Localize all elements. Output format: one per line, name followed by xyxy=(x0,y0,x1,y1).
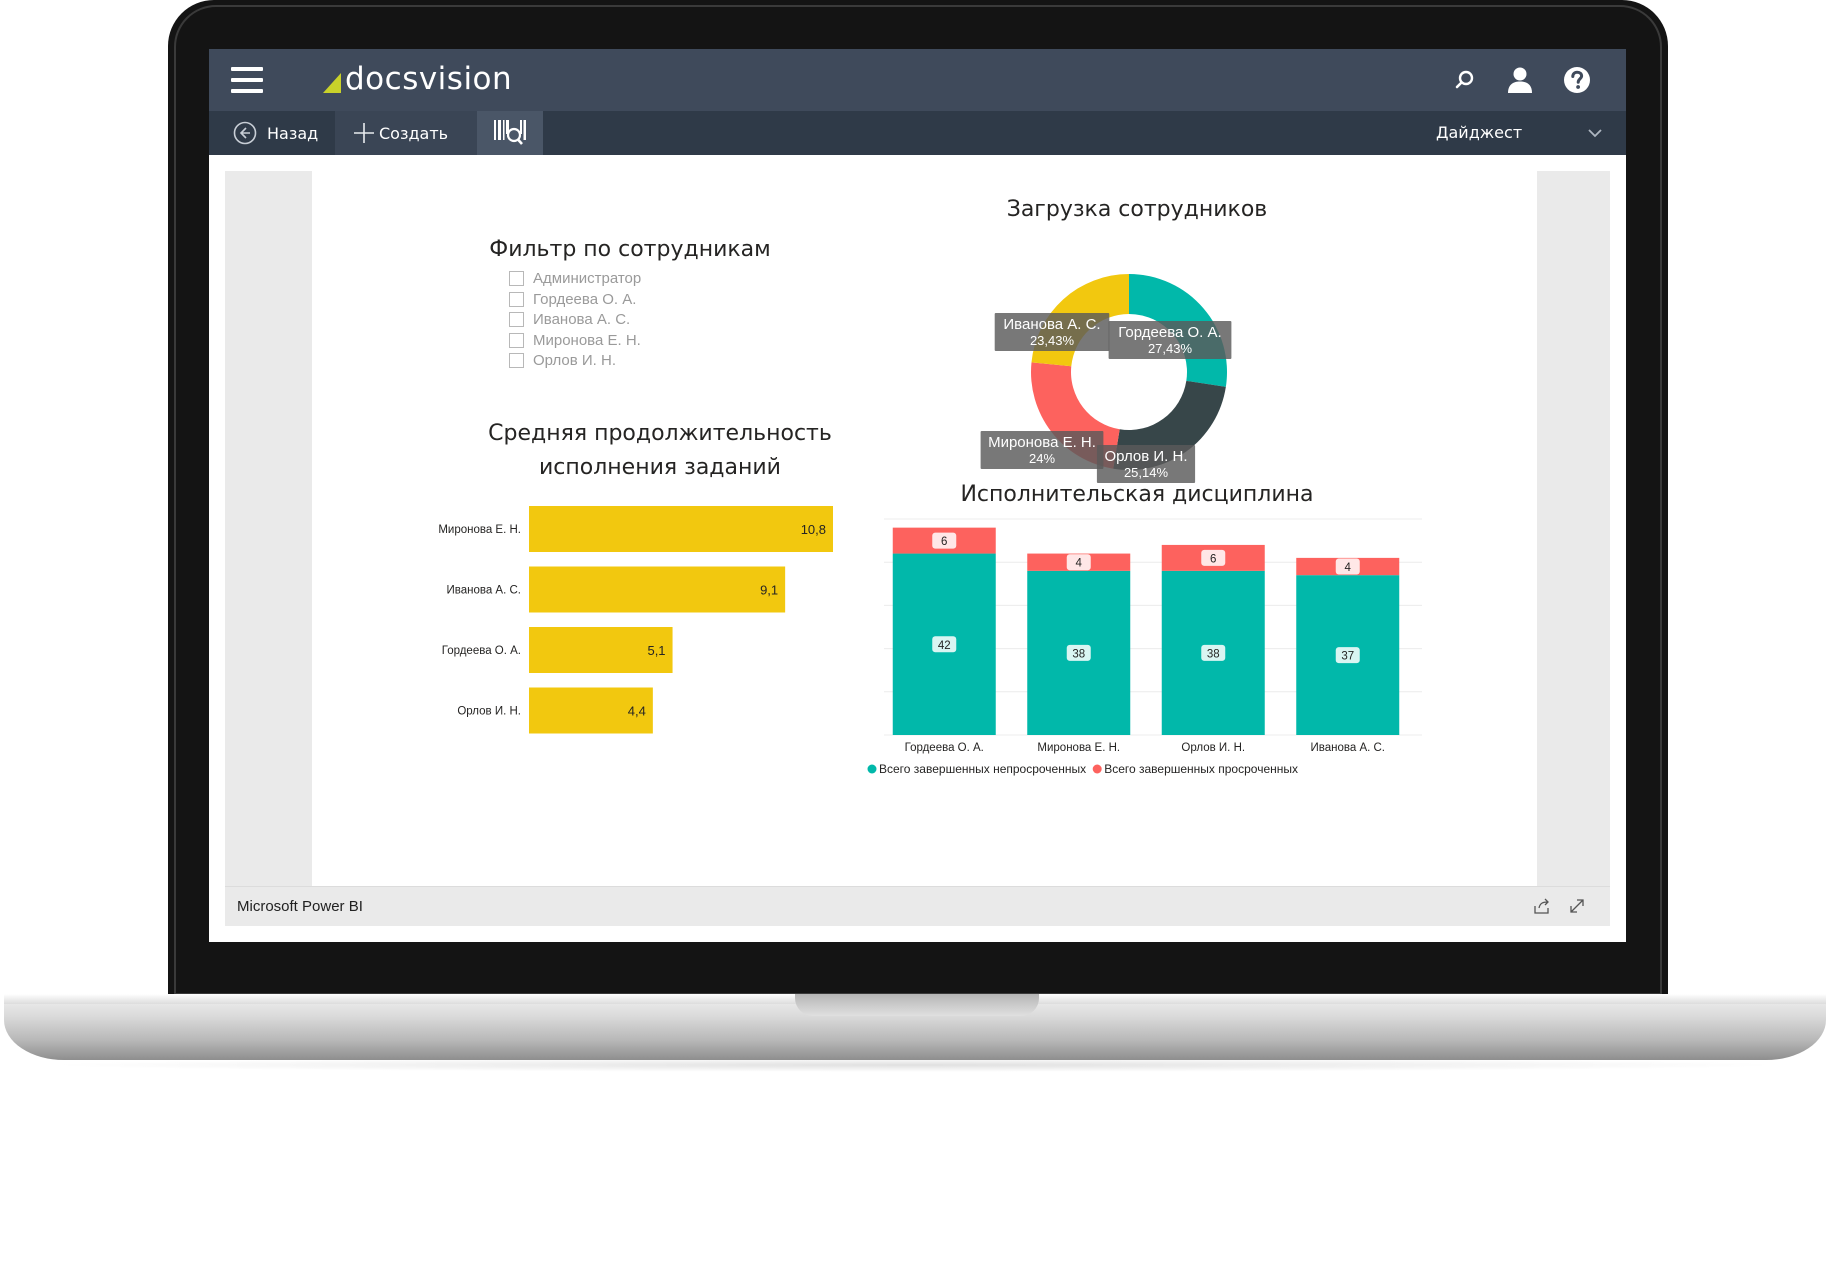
stacked-category-label: Гордеева О. А. xyxy=(905,742,984,754)
duration-category-label: Орлов И. Н. xyxy=(457,706,521,718)
duration-bar[interactable] xyxy=(529,566,786,613)
app-screen: docsvision Назад Создать Дайджест Фильтр… xyxy=(209,49,1626,942)
logo-mark-icon xyxy=(323,73,341,93)
filter-item-label: Орлов И. Н. xyxy=(533,352,617,369)
discipline-chart-title: Исполнительская дисциплина xyxy=(960,482,1314,507)
donut-value-label: 23,43% xyxy=(1030,333,1075,348)
filter-item-label: Миронова Е. Н. xyxy=(533,331,641,349)
legend-label[interactable]: Всего завершенных непросроченных xyxy=(879,762,1086,776)
stacked-value-label: 4 xyxy=(1345,562,1352,574)
stacked-value-label: 42 xyxy=(938,640,951,652)
checkbox[interactable] xyxy=(509,271,524,286)
duration-value-label: 10,8 xyxy=(801,522,826,537)
legend-marker xyxy=(1092,764,1102,774)
scan-button[interactable] xyxy=(477,111,543,155)
barcode-search-icon xyxy=(494,120,526,145)
stacked-category-label: Орлов И. Н. xyxy=(1181,742,1245,754)
expand-icon[interactable] xyxy=(1568,897,1586,915)
plus-icon xyxy=(354,123,374,143)
duration-value-label: 9,1 xyxy=(760,583,778,598)
stacked-value-label: 38 xyxy=(1072,648,1085,660)
duration-value-label: 5,1 xyxy=(647,643,665,658)
checkbox[interactable] xyxy=(509,312,524,327)
share-icon[interactable] xyxy=(1533,897,1551,915)
stacked-value-label: 4 xyxy=(1076,558,1083,570)
checkbox[interactable] xyxy=(509,291,524,307)
stacked-value-label: 38 xyxy=(1207,648,1220,660)
command-bar: Назад Создать Дайджест xyxy=(209,111,1626,155)
arrow-left-circle-icon xyxy=(233,121,257,145)
stacked-value-label: 6 xyxy=(1210,553,1216,565)
powerbi-footer: Microsoft Power BI xyxy=(225,886,1610,926)
docsvision-logo[interactable]: docsvision xyxy=(323,59,512,99)
top-bar: docsvision xyxy=(209,49,1626,111)
powerbi-label: Microsoft Power BI xyxy=(237,898,363,915)
hamburger-icon[interactable] xyxy=(231,67,263,93)
checkbox[interactable] xyxy=(509,353,524,368)
laptop-shadow xyxy=(40,1058,1790,1072)
chevron-down-icon[interactable] xyxy=(1586,124,1604,142)
workload-chart-title: Загрузка сотрудников xyxy=(1006,197,1268,222)
logo-text: docsvision xyxy=(345,61,513,97)
donut-category-label: Иванова А. С. xyxy=(1003,316,1100,333)
donut-category-label: Гордеева О. А. xyxy=(1118,324,1221,341)
duration-category-label: Иванова А. С. xyxy=(446,585,521,597)
user-icon[interactable] xyxy=(1505,65,1535,95)
create-label: Создать xyxy=(379,123,449,143)
donut-category-label: Орлов И. Н. xyxy=(1104,448,1187,465)
donut-value-label: 27,43% xyxy=(1148,341,1193,356)
stacked-value-label: 37 xyxy=(1341,651,1354,663)
filter-item[interactable]: Гордеева О. А. xyxy=(509,291,636,308)
laptop-notch xyxy=(795,994,1039,1016)
stacked-value-label: 6 xyxy=(941,536,947,548)
report-page: Фильтр по сотрудникам Администратор Горде… xyxy=(312,171,1537,886)
help-icon[interactable] xyxy=(1562,65,1592,95)
filter-item[interactable]: Администратор xyxy=(509,270,641,287)
filter-item[interactable]: Орлов И. Н. xyxy=(509,352,616,369)
duration-category-label: Гордеева О. А. xyxy=(442,645,521,657)
duration-chart-title: Средняя продолжительность исполнения зад… xyxy=(488,421,832,480)
report-canvas: Фильтр по сотрудникам Администратор Горде… xyxy=(225,171,1610,886)
discipline-stacked-chart: 42 6 Гордеева О. А. 38 4 Миронова Е. Н. 38 6 Орл… xyxy=(867,518,1422,776)
filter-item-label: Гордеева О. А. xyxy=(533,290,637,308)
checkbox[interactable] xyxy=(509,332,524,348)
workload-donut-chart: Гордеева О. А.27,43% Орлов И. Н.25,14% Мир… xyxy=(980,274,1232,483)
donut-value-label: 24% xyxy=(1029,451,1055,466)
filter-title: Фильтр по сотрудникам xyxy=(489,237,771,262)
back-label: Назад xyxy=(267,123,319,143)
stacked-category-label: Миронова Е. Н. xyxy=(1037,742,1120,754)
donut-category-label: Миронова Е. Н. xyxy=(988,434,1096,451)
stacked-category-label: Иванова А. С. xyxy=(1310,742,1385,754)
filter-item-label: Администратор xyxy=(533,270,642,287)
back-button[interactable]: Назад xyxy=(209,111,335,155)
legend-marker xyxy=(867,764,877,774)
duration-value-label: 4,4 xyxy=(628,704,646,719)
search-icon[interactable] xyxy=(1450,65,1480,95)
filter-item[interactable]: Иванова А. С. xyxy=(509,311,630,328)
view-selector-label[interactable]: Дайджест xyxy=(1436,111,1522,155)
create-button[interactable]: Создать xyxy=(335,111,477,155)
duration-bar-chart: Миронова Е. Н. 10,8 Иванова А. С. 9,1 Гордее… xyxy=(438,506,833,734)
filter-item-label: Иванова А. С. xyxy=(533,311,631,328)
duration-category-label: Миронова Е. Н. xyxy=(438,524,521,536)
duration-bar[interactable] xyxy=(529,506,833,552)
filter-item[interactable]: Миронова Е. Н. xyxy=(509,332,641,349)
donut-value-label: 25,14% xyxy=(1124,465,1169,480)
legend-label[interactable]: Всего завершенных просроченных xyxy=(1104,762,1298,776)
